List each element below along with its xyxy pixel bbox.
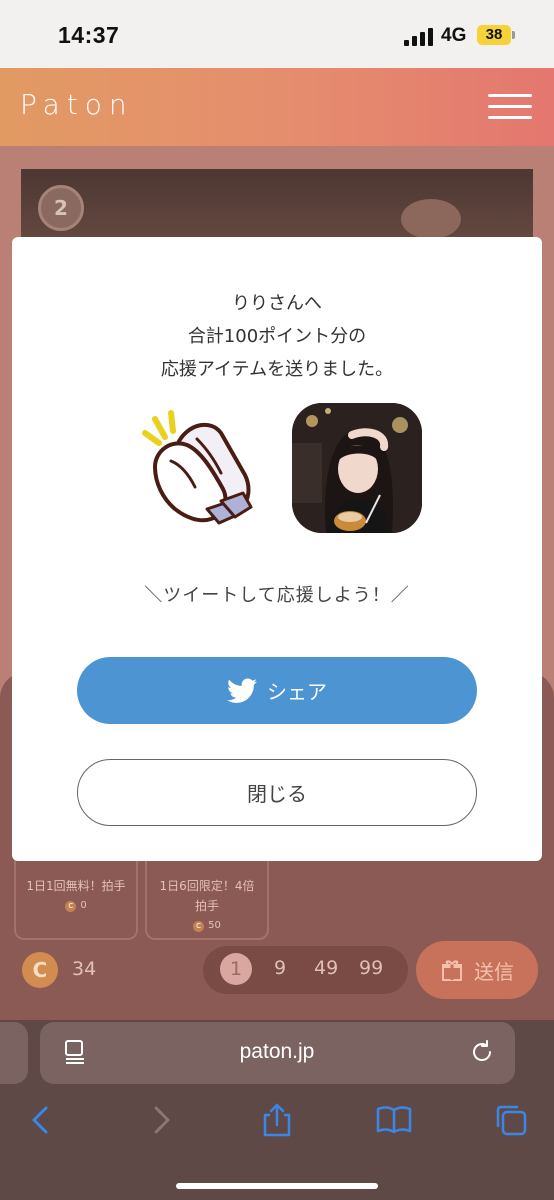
forward-icon[interactable] <box>142 1102 178 1138</box>
brand-logo[interactable]: Paton <box>20 88 134 121</box>
share-icon[interactable] <box>259 1102 295 1138</box>
message-line: りりさんへ <box>232 293 322 314</box>
home-indicator <box>176 1183 378 1189</box>
app-header: Paton <box>0 68 554 146</box>
network-label: 4G <box>441 25 467 46</box>
item-card-free-clap[interactable]: 1日1回無料！拍手 C 0 <box>14 860 138 940</box>
battery-tip <box>512 31 515 39</box>
share-label: シェア <box>267 680 327 704</box>
twitter-bird-icon <box>227 678 257 703</box>
signal-icon <box>404 28 434 46</box>
creator-photo <box>292 403 422 533</box>
message-line: 応援アイテムを送りました。 <box>160 359 394 380</box>
bookmarks-icon[interactable] <box>376 1102 412 1138</box>
amount-option-9[interactable]: 9 <box>274 957 286 979</box>
status-time: 14:37 <box>58 22 120 48</box>
coin-icon: C <box>22 952 58 988</box>
item-card-4x-clap[interactable]: 1日6回限定！4倍拍手 C 50 <box>145 860 269 940</box>
reload-icon[interactable] <box>470 1040 494 1064</box>
status-bar: 14:37 4G 38 <box>0 0 554 68</box>
rank-badge: 2 <box>38 185 84 231</box>
gift-icon <box>442 960 462 981</box>
clapping-hands-icon <box>142 410 253 525</box>
send-label: 送信 <box>474 959 514 984</box>
item-label: 1日1回無料！拍手 <box>26 879 126 893</box>
tabs-icon[interactable] <box>493 1102 529 1138</box>
battery-icon: 38 <box>477 25 511 45</box>
coin-icon: C <box>65 900 77 912</box>
amount-option-99[interactable]: 99 <box>359 957 383 979</box>
coin-icon: C <box>193 920 205 932</box>
message-line: 合計100ポイント分の <box>187 326 367 347</box>
support-sent-modal: りりさんへ 合計100ポイント分の 応援アイテムを送りました。 ＼ツイートして応… <box>12 237 542 861</box>
coin-balance: 34 <box>72 958 97 980</box>
close-button[interactable]: 閉じる <box>77 759 477 826</box>
menu-icon[interactable] <box>488 94 532 120</box>
twitter-share-button[interactable]: シェア <box>77 657 477 724</box>
modal-message: りりさんへ 合計100ポイント分の 応援アイテムを送りました。 <box>12 287 542 386</box>
item-price: 50 <box>208 920 221 931</box>
amount-option-49[interactable]: 49 <box>314 957 338 979</box>
creator-avatar <box>292 403 422 533</box>
amount-option-1[interactable]: 1 <box>220 953 252 985</box>
back-icon[interactable] <box>24 1102 60 1138</box>
tweet-prompt: ＼ツイートして応援しよう！／ <box>144 585 410 606</box>
item-label: 1日6回限定！4倍拍手 <box>159 879 255 913</box>
send-button[interactable]: 送信 <box>416 941 538 999</box>
item-price: 0 <box>80 900 87 911</box>
